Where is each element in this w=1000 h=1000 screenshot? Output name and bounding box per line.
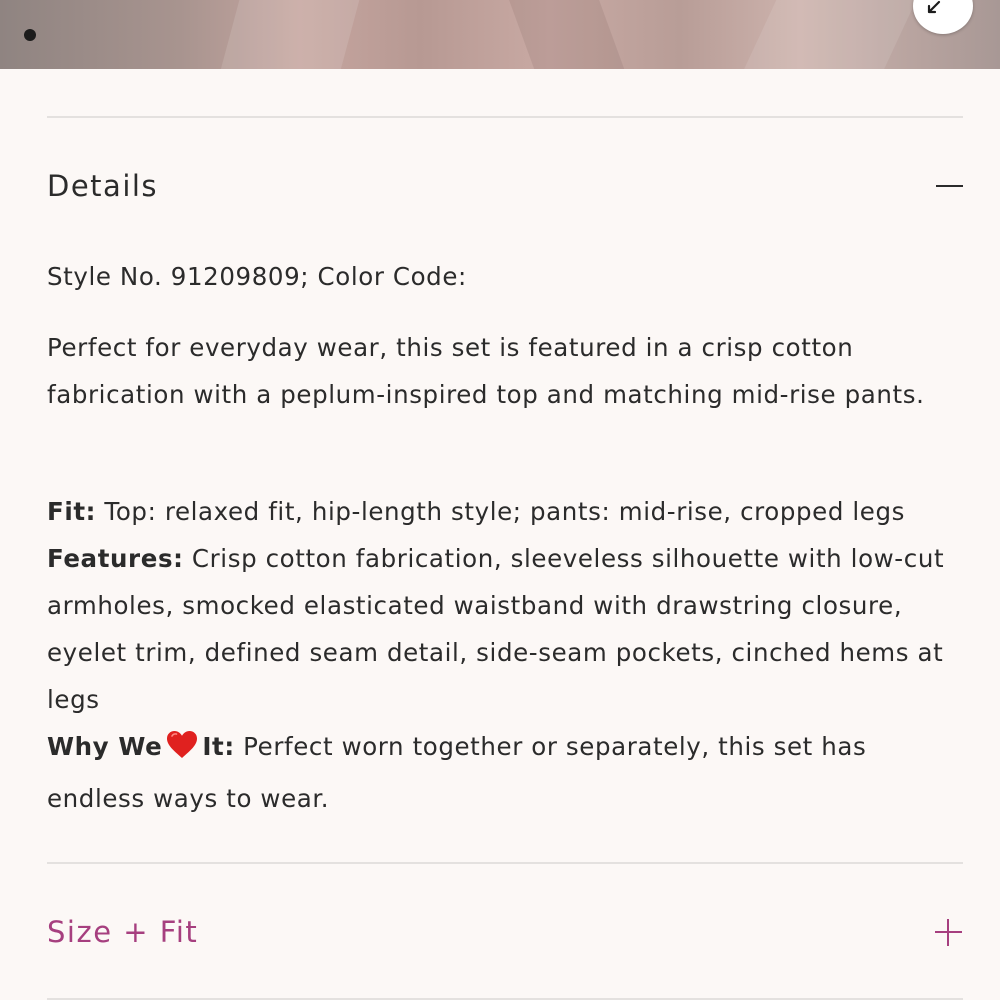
minus-icon[interactable] <box>936 185 963 187</box>
size-fit-title: Size + Fit <box>47 915 199 949</box>
divider <box>47 116 963 118</box>
why-line: Why We It: Perfect worn together or separ… <box>47 723 963 822</box>
style-number: Style No. 91209809; Color Code: <box>47 262 467 291</box>
expand-arrows-icon <box>927 0 941 14</box>
features-line: Features: Crisp cotton fabrication, slee… <box>47 535 963 723</box>
product-description: Perfect for everyday wear, this set is f… <box>47 333 925 409</box>
heart-icon <box>166 728 198 775</box>
fit-text: Top: relaxed fit, hip-length style; pant… <box>96 497 905 526</box>
image-fold <box>217 0 363 69</box>
why-label-end: It: <box>202 732 235 761</box>
image-fold <box>501 0 629 69</box>
fit-line: Fit: Top: relaxed fit, hip-length style;… <box>47 488 963 535</box>
size-fit-accordion-header[interactable]: Size + Fit <box>47 902 963 962</box>
details-title: Details <box>47 169 159 203</box>
details-accordion-header[interactable]: Details <box>47 156 963 216</box>
expand-image-button[interactable] <box>913 0 973 34</box>
carousel-dot-icon[interactable] <box>24 29 36 41</box>
product-image[interactable] <box>0 0 1000 69</box>
why-label-start: Why We <box>47 732 163 761</box>
details-description-block: Perfect for everyday wear, this set is f… <box>47 324 963 418</box>
image-fold <box>739 0 921 69</box>
fit-label: Fit: <box>47 497 97 526</box>
details-content: Style No. 91209809; Color Code: <box>47 253 963 300</box>
details-specs: Fit: Top: relaxed fit, hip-length style;… <box>47 488 963 822</box>
divider <box>47 862 963 864</box>
features-label: Features: <box>47 544 184 573</box>
plus-icon[interactable] <box>935 918 962 946</box>
